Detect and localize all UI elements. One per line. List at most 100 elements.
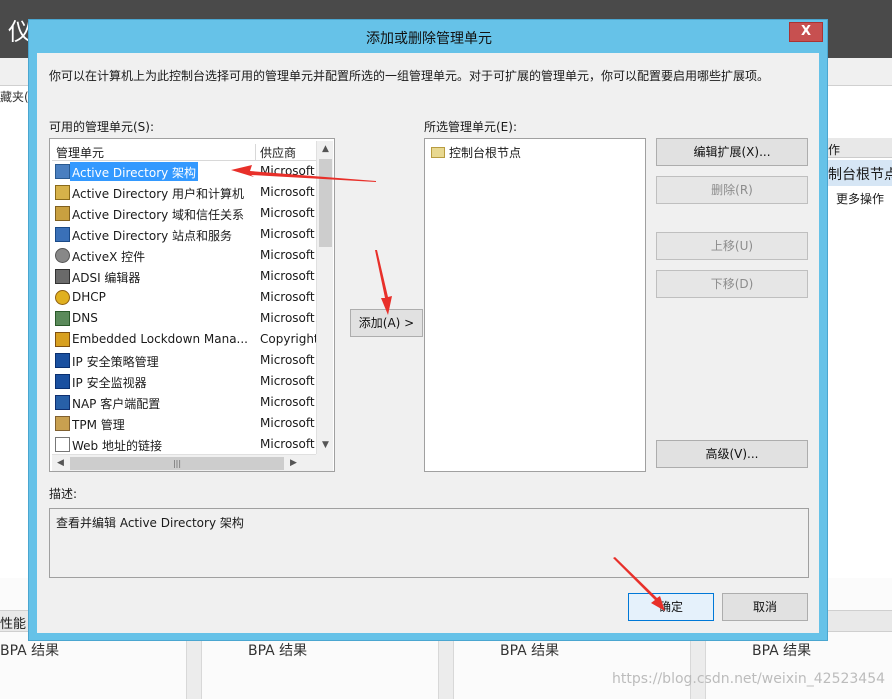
add-button[interactable]: 添加(A) >: [350, 309, 423, 337]
snapin-name: Active Directory 域和信任关系: [72, 208, 245, 222]
list-item[interactable]: IP 安全监视器 Microsoft: [52, 371, 316, 392]
snapin-name: Active Directory 用户和计算机: [72, 187, 245, 201]
snapin-vendor: Microsoft: [260, 185, 315, 199]
scroll-up-icon[interactable]: ▲: [317, 141, 334, 158]
list-item[interactable]: ADSI 编辑器 Microsoft: [52, 266, 316, 287]
tile-divider: [438, 632, 454, 699]
list-item[interactable]: DHCP Microsoft: [52, 287, 316, 308]
selected-snapins-list[interactable]: 控制台根节点: [424, 138, 646, 472]
list-item[interactable]: DNS Microsoft: [52, 308, 316, 329]
nap-icon: [55, 395, 70, 410]
snapin-vendor: Copyright: [260, 332, 316, 346]
remove-button[interactable]: 删除(R): [656, 176, 808, 204]
snapin-vendor: Microsoft: [260, 164, 315, 178]
move-up-button[interactable]: 上移(U): [656, 232, 808, 260]
column-header-name[interactable]: 管理单元: [56, 144, 256, 161]
snapin-vendor: Microsoft: [260, 290, 315, 304]
snapin-name: Active Directory 架构: [70, 162, 198, 181]
ok-button[interactable]: 确定: [628, 593, 714, 621]
cancel-button[interactable]: 取消: [722, 593, 808, 621]
bpa-result-2[interactable]: BPA 结果: [248, 640, 307, 660]
snapin-vendor: Microsoft: [260, 416, 315, 430]
snapin-vendor: Microsoft: [260, 227, 315, 241]
dialog-body: 你可以在计算机上为此控制台选择可用的管理单元并配置所选的一组管理单元。对于可扩展…: [37, 53, 819, 633]
bpa-result-3[interactable]: BPA 结果: [500, 640, 559, 660]
snapin-vendor: Microsoft: [260, 374, 315, 388]
snapin-vendor: Microsoft: [260, 395, 315, 409]
selected-snapins-label: 所选管理单元(E):: [424, 120, 517, 134]
list-item[interactable]: 控制台根节点: [431, 144, 521, 161]
list-item[interactable]: Active Directory 用户和计算机 Microsoft: [52, 182, 316, 203]
edit-extensions-button[interactable]: 编辑扩展(X)...: [656, 138, 808, 166]
activex-icon: [55, 248, 70, 263]
tile-divider: [690, 632, 706, 699]
bpa-result-1[interactable]: BPA 结果: [0, 640, 59, 660]
folder-icon: [431, 147, 445, 158]
ad-schema-icon: [55, 164, 70, 179]
list-item[interactable]: Active Directory 域和信任关系 Microsoft: [52, 203, 316, 224]
column-header-vendor[interactable]: 供应商: [260, 144, 296, 161]
snapin-name: ActiveX 控件: [72, 250, 146, 264]
list-item[interactable]: IP 安全策略管理 Microsoft: [52, 350, 316, 371]
snapin-name: DHCP: [72, 290, 106, 304]
list-item[interactable]: Embedded Lockdown Mana... Copyright: [52, 329, 316, 350]
snapin-name: IP 安全策略管理: [72, 355, 159, 369]
scroll-left-icon[interactable]: ◀: [52, 455, 69, 471]
ad-users-icon: [55, 185, 70, 200]
bpa-result-4[interactable]: BPA 结果: [752, 640, 811, 660]
web-link-icon: [55, 437, 70, 452]
list-item[interactable]: Active Directory 架构 Microsoft: [52, 161, 316, 182]
scroll-thumb-horizontal[interactable]: |||: [70, 457, 284, 470]
actions-pane-console-root[interactable]: 制台根节点: [828, 160, 892, 186]
snapin-vendor: Microsoft: [260, 269, 315, 283]
actions-pane-more-actions[interactable]: 更多操作: [836, 190, 884, 207]
ad-trust-icon: [55, 206, 70, 221]
ipsec-policy-icon: [55, 353, 70, 368]
list-item[interactable]: ActiveX 控件 Microsoft: [52, 245, 316, 266]
add-remove-snapins-dialog: 添加或删除管理单元 X 你可以在计算机上为此控制台选择可用的管理单元并配置所选的…: [28, 19, 828, 641]
ipsec-monitor-icon: [55, 374, 70, 389]
description-box: 查看并编辑 Active Directory 架构: [49, 508, 809, 578]
snapin-vendor: Microsoft: [260, 353, 315, 367]
intro-text: 你可以在计算机上为此控制台选择可用的管理单元并配置所选的一组管理单元。对于可扩展…: [49, 69, 770, 83]
actions-pane-header: 作: [828, 138, 892, 158]
scrollbar-corner: [316, 454, 333, 471]
dhcp-icon: [55, 290, 70, 305]
list-item[interactable]: TPM 管理 Microsoft: [52, 413, 316, 434]
dialog-title: 添加或删除管理单元: [366, 31, 492, 47]
scroll-down-icon[interactable]: ▼: [317, 437, 334, 454]
selected-snapin-name: 控制台根节点: [449, 146, 522, 160]
scroll-thumb[interactable]: [319, 159, 332, 247]
snapin-vendor: Microsoft: [260, 311, 315, 325]
list-item[interactable]: Web 地址的链接 Microsoft: [52, 434, 316, 455]
horizontal-scrollbar[interactable]: ◀ ||| ▶: [52, 454, 316, 471]
advanced-button[interactable]: 高级(V)...: [656, 440, 808, 468]
snapin-name: Active Directory 站点和服务: [72, 229, 233, 243]
scroll-right-icon[interactable]: ▶: [285, 455, 302, 471]
snapin-name: ADSI 编辑器: [72, 271, 141, 285]
adsi-icon: [55, 269, 70, 284]
description-label: 描述:: [49, 487, 78, 501]
ad-sites-icon: [55, 227, 70, 242]
snapin-vendor: Microsoft: [260, 437, 315, 451]
performance-label: 性能: [0, 617, 27, 632]
snapin-name: TPM 管理: [72, 418, 125, 432]
vertical-scrollbar[interactable]: ▲ ▼: [316, 141, 333, 454]
snapin-name: NAP 客户端配置: [72, 397, 161, 411]
available-snapins-list[interactable]: 管理单元 供应商 Active Directory 架构 Microsoft A…: [49, 138, 335, 472]
list-item[interactable]: Active Directory 站点和服务 Microsoft: [52, 224, 316, 245]
snapin-name: DNS: [72, 311, 98, 325]
dns-icon: [55, 311, 70, 326]
move-down-button[interactable]: 下移(D): [656, 270, 808, 298]
snapin-name: IP 安全监视器: [72, 376, 147, 390]
snapin-name: Embedded Lockdown Mana...: [72, 332, 248, 346]
close-button[interactable]: X: [789, 22, 823, 42]
tpm-icon: [55, 416, 70, 431]
snapin-name: Web 地址的链接: [72, 439, 162, 453]
available-snapins-label: 可用的管理单元(S):: [49, 120, 155, 134]
watermark: https://blog.csdn.net/weixin_42523454: [612, 671, 886, 687]
snapin-vendor: Microsoft: [260, 248, 315, 262]
tile-divider: [186, 632, 202, 699]
list-item[interactable]: NAP 客户端配置 Microsoft: [52, 392, 316, 413]
list-header: 管理单元 供应商: [52, 141, 316, 161]
